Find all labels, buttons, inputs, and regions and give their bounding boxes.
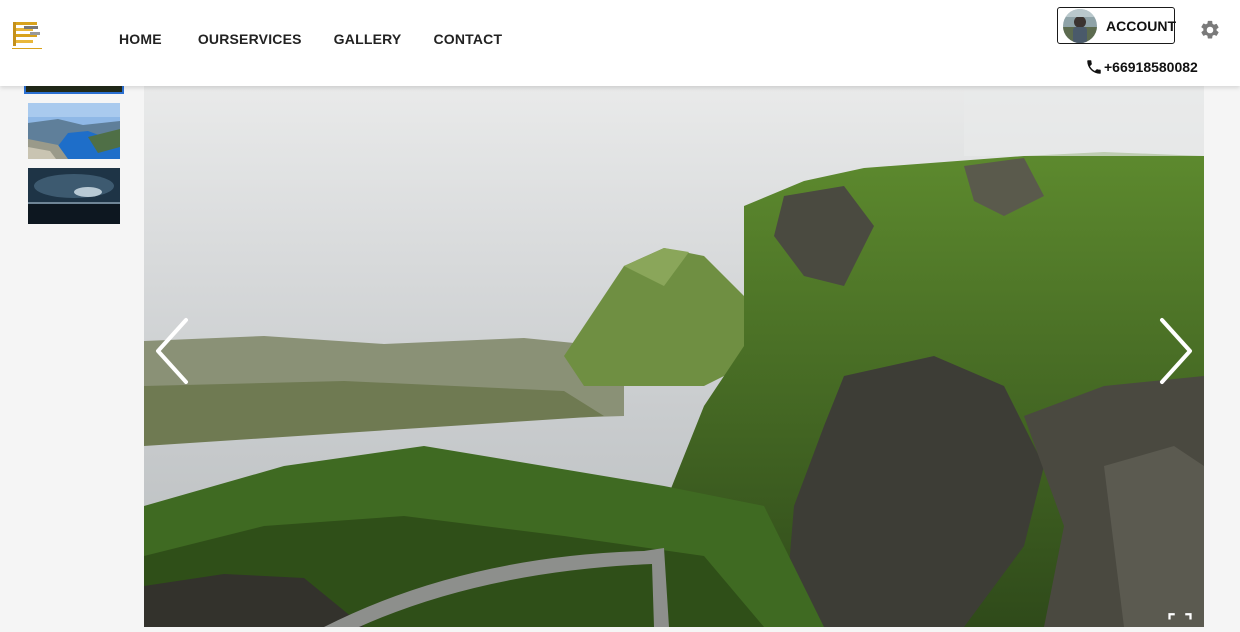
phone-icon (1085, 58, 1103, 76)
main-nav: HOME OURSERVICES GALLERY CONTACT (119, 31, 502, 47)
nav-contact[interactable]: CONTACT (433, 31, 502, 47)
gallery-main-image[interactable] (144, 86, 1204, 627)
nav-ourservices[interactable]: OURSERVICES (198, 31, 302, 47)
phone-number: +66918580082 (1104, 59, 1198, 75)
nav-home[interactable]: HOME (119, 31, 162, 47)
building-logo-icon[interactable] (10, 18, 44, 52)
phone-contact[interactable]: +66918580082 (1085, 58, 1198, 76)
nav-gallery[interactable]: GALLERY (334, 31, 402, 47)
thumb-fjord[interactable] (28, 103, 120, 159)
account-button[interactable]: ACCOUNT (1057, 7, 1176, 44)
avatar (1063, 8, 1097, 43)
account-label: ACCOUNT (1106, 17, 1176, 34)
gear-icon[interactable] (1199, 19, 1221, 41)
chevron-left-icon[interactable] (148, 314, 192, 388)
thumb-stormy-sea[interactable] (28, 168, 120, 224)
site-header: HOME OURSERVICES GALLERY CONTACT ACCOUNT (0, 0, 1240, 86)
fullscreen-icon[interactable] (1163, 612, 1197, 632)
chevron-right-icon[interactable] (1156, 314, 1200, 388)
